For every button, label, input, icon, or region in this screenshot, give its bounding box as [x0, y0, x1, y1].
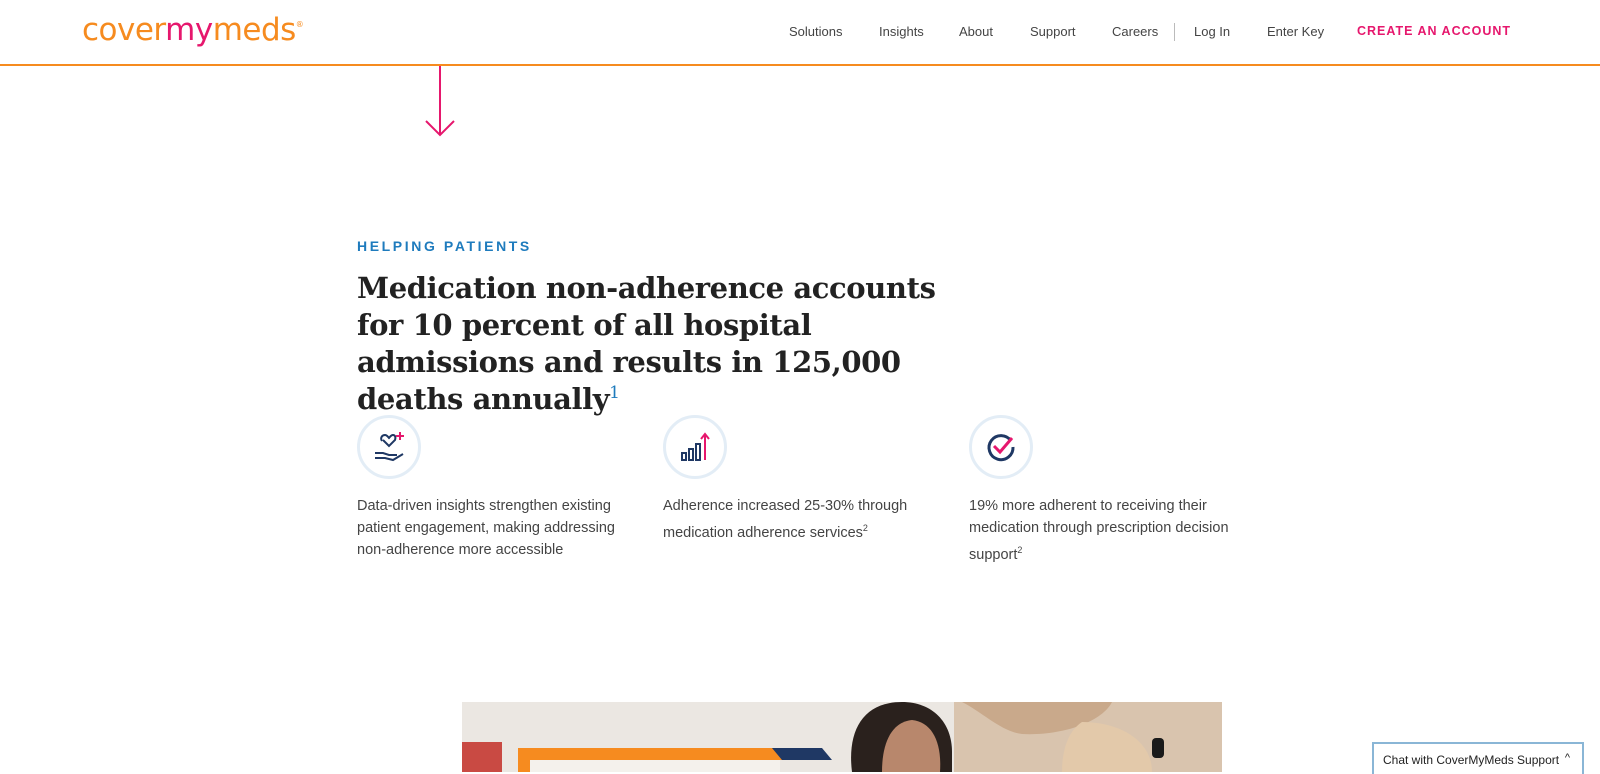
- feature-icon-circle: [969, 415, 1033, 479]
- feature-text: 19% more adherent to receiving their med…: [969, 498, 1229, 563]
- bar-chart-up-icon: [681, 432, 710, 461]
- nav-support[interactable]: Support: [1030, 24, 1076, 39]
- feature-icon-circle: [663, 415, 727, 479]
- section-eyebrow: HELPING PATIENTS: [357, 238, 532, 254]
- chevron-up-icon: ^: [1564, 752, 1570, 764]
- footnote-link[interactable]: 2: [863, 523, 868, 533]
- create-account-button[interactable]: CREATE AN ACCOUNT: [1357, 24, 1511, 38]
- nav-careers[interactable]: Careers: [1112, 24, 1158, 39]
- feature-text: Data-driven insights strengthen existing…: [357, 498, 615, 558]
- hand-heart-icon: [375, 432, 404, 462]
- nav-about[interactable]: About: [959, 24, 993, 39]
- feature-insights: Data-driven insights strengthen existing…: [357, 415, 627, 561]
- nav-enter-key[interactable]: Enter Key: [1267, 24, 1324, 39]
- check-circle-icon: [987, 434, 1015, 462]
- feature-icon-circle: [357, 415, 421, 479]
- feature-decision-support: 19% more adherent to receiving their med…: [969, 415, 1239, 566]
- main-nav: Solutions Insights About Support Careers…: [0, 23, 1600, 44]
- section-headline: Medication non-adherence accounts for 10…: [357, 271, 936, 416]
- nav-solutions[interactable]: Solutions: [789, 24, 842, 39]
- chat-support-tab[interactable]: Chat with CoverMyMeds Support ^: [1372, 742, 1584, 774]
- arrow-down-icon: [425, 66, 455, 137]
- hero-photo: [462, 702, 1222, 772]
- nav-login[interactable]: Log In: [1194, 24, 1230, 39]
- feature-text: Adherence increased 25-30% through medic…: [663, 498, 908, 541]
- nav-insights[interactable]: Insights: [879, 24, 924, 39]
- footnote-link[interactable]: 2: [1017, 545, 1022, 555]
- headline-footnote[interactable]: 1: [609, 383, 620, 403]
- photo-illustration: [462, 702, 1222, 772]
- site-header: covermymeds® Solutions Insights About Su…: [0, 0, 1600, 66]
- feature-adherence: Adherence increased 25-30% through medic…: [663, 415, 933, 544]
- nav-divider: [1174, 23, 1175, 41]
